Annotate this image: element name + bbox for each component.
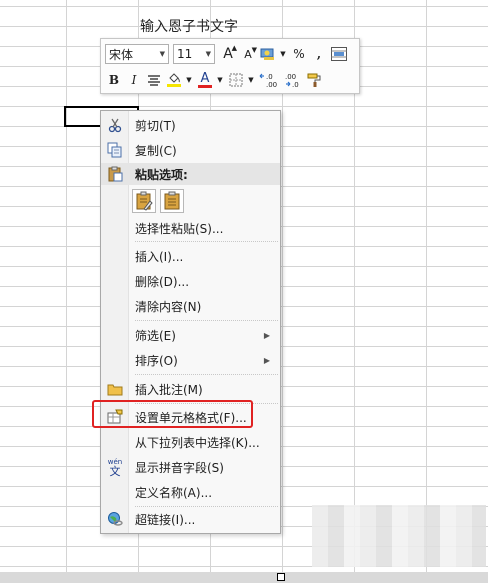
bold-button[interactable]: B [105, 70, 123, 90]
chevron-down-icon[interactable]: ▼ [185, 70, 193, 90]
font-size-combo[interactable]: 11 ▼ [173, 44, 215, 64]
context-menu: 剪切(T) 复制(C) 粘贴选项: 选择性粘贴(S)... 插入(I)... 删… [100, 110, 281, 534]
percent-button[interactable]: % [290, 44, 308, 64]
font-size-value: 11 [177, 47, 193, 61]
paste-brush-icon [136, 191, 153, 211]
decrease-decimal-icon: .00.0 [285, 73, 299, 88]
align-center-icon [148, 75, 160, 86]
submenu-arrow-icon: ▶ [263, 355, 270, 365]
font-name-value: 宋体 [109, 47, 134, 62]
submenu-arrow-icon: ▶ [263, 330, 270, 340]
menu-item-copy[interactable]: 复制(C) [101, 138, 280, 162]
chevron-down-icon[interactable]: ▼ [279, 44, 287, 64]
menu-separator [135, 320, 278, 321]
menu-item-label: 清除内容(N) [135, 299, 202, 314]
chevron-down-icon: ▼ [205, 50, 211, 58]
hyperlink-globe-icon [106, 510, 124, 528]
svg-text:.0: .0 [292, 81, 299, 88]
format-painter-button[interactable] [306, 70, 324, 90]
menu-item-label: 粘贴选项: [135, 167, 188, 182]
chevron-down-icon[interactable]: ▼ [247, 70, 255, 90]
svg-text:.00: .00 [266, 81, 277, 88]
grow-font-button[interactable]: A ▲ [219, 44, 237, 64]
paste-option-values[interactable] [160, 189, 184, 213]
increase-decimal-button[interactable]: .0.00 [258, 70, 280, 90]
menu-item-delete[interactable]: 删除(D)... [101, 269, 280, 293]
menu-item-label: 筛选(E) [135, 328, 176, 343]
increase-decimal-icon: .0.00 [259, 73, 277, 88]
menu-item-label: 插入批注(M) [135, 382, 203, 397]
menu-item-label: 超链接(I)... [135, 512, 196, 527]
shrink-font-button[interactable]: A ▼ [239, 44, 257, 64]
menu-item-filter[interactable]: 筛选(E) ▶ [101, 323, 280, 347]
cell-text: 输入恩子书文字 [140, 19, 238, 35]
phonetic-wen-icon: wén 文 [107, 457, 123, 478]
svg-text:.00: .00 [285, 73, 296, 81]
menu-item-label: 排序(O) [135, 353, 178, 368]
menu-item-show-phonetic[interactable]: wén 文 显示拼音字段(S) [101, 455, 280, 479]
menu-item-clear-contents[interactable]: 清除内容(N) [101, 294, 280, 318]
annotation-highlight-box [92, 400, 253, 428]
font-name-combo[interactable]: 宋体 ▼ [105, 44, 169, 64]
menu-item-label: 复制(C) [135, 143, 177, 158]
menu-item-label: 剪切(T) [135, 118, 176, 133]
fill-color-button[interactable] [165, 70, 183, 90]
align-center-button[interactable] [145, 70, 163, 90]
menu-item-label: 选择性粘贴(S)... [135, 221, 224, 236]
chevron-down-icon: ▼ [159, 50, 165, 58]
scissors-icon [106, 116, 124, 134]
menu-item-insert[interactable]: 插入(I)... [101, 244, 280, 268]
merge-center-button[interactable] [330, 44, 348, 64]
menu-item-label: 插入(I)... [135, 249, 184, 264]
menu-separator [135, 374, 278, 375]
italic-button[interactable]: I [125, 70, 143, 90]
menu-item-paste-special[interactable]: 选择性粘贴(S)... [101, 216, 280, 240]
menu-item-paste-options-header: 粘贴选项: [101, 163, 280, 185]
copy-icon [106, 141, 124, 159]
pixelated-watermark [312, 505, 486, 567]
menu-item-sort[interactable]: 排序(O) ▶ [101, 348, 280, 372]
mini-toolbar: 宋体 ▼ 11 ▼ A ▲ A ▼ ▼ % , B I ▼ A ▼ ▼ .0 .… [100, 38, 360, 94]
format-painter-icon [307, 73, 321, 87]
paste-option-keep-format[interactable] [132, 189, 156, 213]
paint-bucket-icon [169, 73, 180, 83]
svg-text:.0: .0 [266, 73, 273, 81]
paste-clipboard-icon [164, 191, 180, 210]
decrease-decimal-button[interactable]: .00.0 [282, 70, 304, 90]
accounting-format-button[interactable] [259, 44, 277, 64]
clipboard-icon [106, 165, 124, 183]
menu-item-label: 删除(D)... [135, 274, 190, 289]
comma-button[interactable]: , [310, 44, 328, 64]
resize-handle[interactable] [277, 573, 285, 581]
borders-button[interactable] [227, 70, 245, 90]
merge-cells-icon [331, 47, 347, 61]
menu-item-cut[interactable]: 剪切(T) [101, 113, 280, 137]
menu-item-insert-comment[interactable]: 插入批注(M) [101, 377, 280, 401]
status-bar-strip [0, 572, 488, 583]
menu-item-pick-from-list[interactable]: 从下拉列表中选择(K)... [101, 430, 280, 454]
borders-icon [229, 73, 243, 87]
menu-item-label: 从下拉列表中选择(K)... [135, 435, 260, 450]
chevron-down-icon[interactable]: ▼ [216, 70, 224, 90]
comment-folder-icon [106, 380, 124, 398]
menu-item-label: 显示拼音字段(S) [135, 460, 224, 475]
menu-item-define-name[interactable]: 定义名称(A)... [101, 480, 280, 504]
menu-separator [135, 241, 278, 242]
menu-item-label: 定义名称(A)... [135, 485, 213, 500]
font-color-button[interactable]: A [196, 70, 214, 90]
menu-item-hyperlink[interactable]: 超链接(I)... [101, 507, 280, 531]
accounting-icon [260, 48, 274, 60]
